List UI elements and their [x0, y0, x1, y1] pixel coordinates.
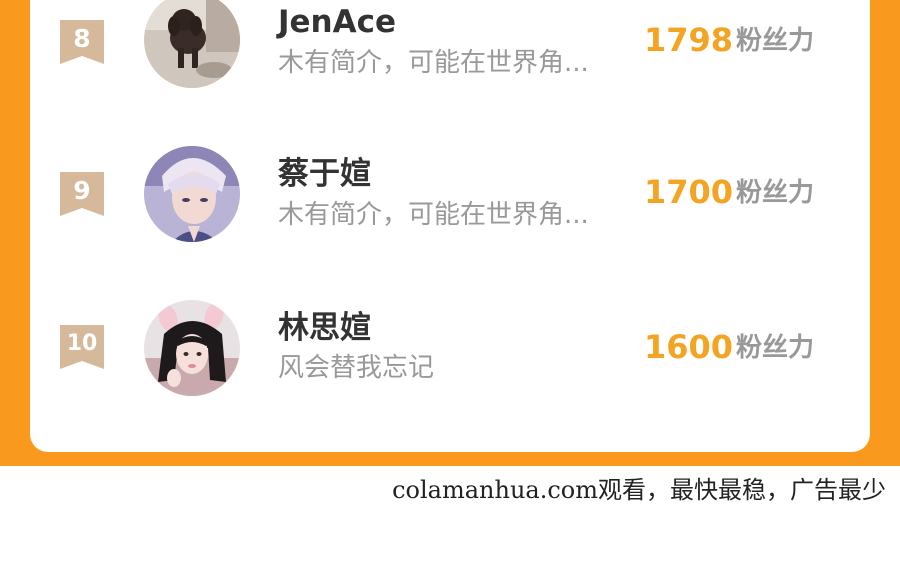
site-watermark: colamanhua.com观看，最快最稳，广告最少	[392, 476, 886, 504]
ranking-row[interactable]: 9 蔡于媗 木有简介，可能在世界角... 1700 粉丝力	[30, 140, 870, 250]
rank-number: 9	[73, 176, 91, 205]
poodle-dog-photo-icon	[144, 0, 240, 88]
user-bio: 木有简介，可能在世界角...	[278, 200, 589, 230]
rank-number: 8	[73, 24, 91, 53]
avatar[interactable]	[144, 0, 240, 88]
rank-number: 10	[66, 331, 98, 356]
fans-unit-label: 粉丝力	[736, 333, 815, 363]
ranking-card: 8 JenAce 木有简介，可能在世界角... 1798 粉丝力 9 蔡于媗 木…	[30, 0, 870, 452]
user-name[interactable]: 林思媗	[278, 310, 371, 346]
fans-count: 1700	[644, 173, 734, 211]
girl-with-bunny-ears-photo-icon	[144, 300, 240, 396]
avatar[interactable]	[144, 300, 240, 396]
rank-badge: 10	[60, 325, 104, 369]
user-name[interactable]: 蔡于媗	[278, 156, 371, 192]
fans-unit-label: 粉丝力	[736, 178, 815, 208]
fans-count: 1600	[644, 328, 734, 366]
user-bio: 风会替我忘记	[278, 353, 435, 383]
avatar[interactable]	[144, 146, 240, 242]
ranking-row[interactable]: 10 林思媗 风会替我忘记 1600 粉丝力	[30, 294, 870, 404]
user-name[interactable]: JenAce	[278, 4, 396, 40]
ranking-row[interactable]: 8 JenAce 木有简介，可能在世界角... 1798 粉丝力	[30, 0, 870, 98]
rank-badge: 8	[60, 20, 104, 64]
fans-count: 1798	[644, 21, 734, 59]
rank-badge: 9	[60, 172, 104, 216]
user-bio: 木有简介，可能在世界角...	[278, 48, 589, 78]
fans-unit-label: 粉丝力	[736, 26, 815, 56]
anime-boy-illustration-icon	[144, 146, 240, 242]
